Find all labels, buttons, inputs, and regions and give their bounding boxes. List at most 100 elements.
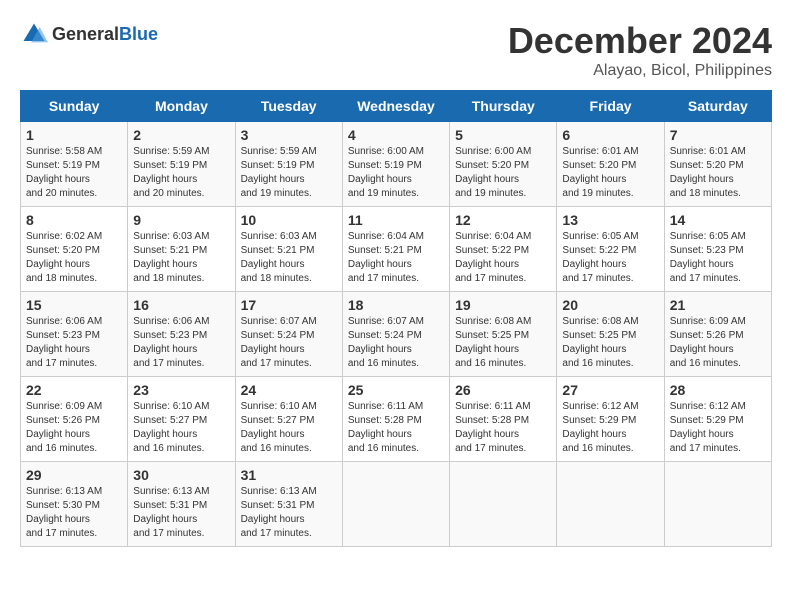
calendar-cell: 9 Sunrise: 6:03 AMSunset: 5:21 PMDayligh…	[128, 207, 235, 292]
day-info: Sunrise: 6:12 AMSunset: 5:29 PMDaylight …	[670, 400, 766, 456]
dow-header: Wednesday	[342, 91, 449, 122]
day-number: 11	[348, 212, 444, 228]
day-info: Sunrise: 6:11 AMSunset: 5:28 PMDaylight …	[455, 400, 551, 456]
day-number: 20	[562, 297, 658, 313]
day-info: Sunrise: 6:03 AMSunset: 5:21 PMDaylight …	[241, 230, 337, 286]
day-number: 5	[455, 127, 551, 143]
day-number: 7	[670, 127, 766, 143]
calendar-cell: 31 Sunrise: 6:13 AMSunset: 5:31 PMDaylig…	[235, 462, 342, 547]
day-info: Sunrise: 6:00 AMSunset: 5:19 PMDaylight …	[348, 145, 444, 201]
day-info: Sunrise: 6:03 AMSunset: 5:21 PMDaylight …	[133, 230, 229, 286]
calendar-cell	[664, 462, 771, 547]
day-info: Sunrise: 6:13 AMSunset: 5:31 PMDaylight …	[133, 485, 229, 541]
logo: GeneralBlue	[20, 20, 158, 48]
logo-text: GeneralBlue	[52, 24, 158, 45]
page-header: GeneralBlue December 2024 Alayao, Bicol,…	[20, 20, 772, 80]
day-number: 26	[455, 382, 551, 398]
calendar-cell: 15 Sunrise: 6:06 AMSunset: 5:23 PMDaylig…	[21, 292, 128, 377]
calendar-cell: 24 Sunrise: 6:10 AMSunset: 5:27 PMDaylig…	[235, 377, 342, 462]
day-info: Sunrise: 6:13 AMSunset: 5:31 PMDaylight …	[241, 485, 337, 541]
calendar-cell: 1 Sunrise: 5:58 AMSunset: 5:19 PMDayligh…	[21, 122, 128, 207]
day-info: Sunrise: 6:06 AMSunset: 5:23 PMDaylight …	[133, 315, 229, 371]
day-info: Sunrise: 5:59 AMSunset: 5:19 PMDaylight …	[133, 145, 229, 201]
day-info: Sunrise: 6:09 AMSunset: 5:26 PMDaylight …	[26, 400, 122, 456]
dow-header: Monday	[128, 91, 235, 122]
day-number: 28	[670, 382, 766, 398]
calendar-week-row: 8 Sunrise: 6:02 AMSunset: 5:20 PMDayligh…	[21, 207, 772, 292]
day-number: 30	[133, 467, 229, 483]
day-info: Sunrise: 6:00 AMSunset: 5:20 PMDaylight …	[455, 145, 551, 201]
day-number: 29	[26, 467, 122, 483]
day-number: 23	[133, 382, 229, 398]
calendar-week-row: 22 Sunrise: 6:09 AMSunset: 5:26 PMDaylig…	[21, 377, 772, 462]
day-of-week-row: SundayMondayTuesdayWednesdayThursdayFrid…	[21, 91, 772, 122]
day-number: 24	[241, 382, 337, 398]
location-title: Alayao, Bicol, Philippines	[508, 62, 772, 80]
day-number: 19	[455, 297, 551, 313]
day-number: 16	[133, 297, 229, 313]
day-number: 25	[348, 382, 444, 398]
day-number: 18	[348, 297, 444, 313]
day-number: 15	[26, 297, 122, 313]
day-number: 17	[241, 297, 337, 313]
calendar-cell: 22 Sunrise: 6:09 AMSunset: 5:26 PMDaylig…	[21, 377, 128, 462]
calendar-week-row: 15 Sunrise: 6:06 AMSunset: 5:23 PMDaylig…	[21, 292, 772, 377]
calendar-cell: 16 Sunrise: 6:06 AMSunset: 5:23 PMDaylig…	[128, 292, 235, 377]
calendar-cell	[450, 462, 557, 547]
calendar-cell: 21 Sunrise: 6:09 AMSunset: 5:26 PMDaylig…	[664, 292, 771, 377]
calendar-cell: 17 Sunrise: 6:07 AMSunset: 5:24 PMDaylig…	[235, 292, 342, 377]
dow-header: Saturday	[664, 91, 771, 122]
day-info: Sunrise: 5:59 AMSunset: 5:19 PMDaylight …	[241, 145, 337, 201]
calendar-cell: 14 Sunrise: 6:05 AMSunset: 5:23 PMDaylig…	[664, 207, 771, 292]
day-info: Sunrise: 6:01 AMSunset: 5:20 PMDaylight …	[670, 145, 766, 201]
calendar-week-row: 1 Sunrise: 5:58 AMSunset: 5:19 PMDayligh…	[21, 122, 772, 207]
day-info: Sunrise: 6:08 AMSunset: 5:25 PMDaylight …	[455, 315, 551, 371]
calendar-cell: 30 Sunrise: 6:13 AMSunset: 5:31 PMDaylig…	[128, 462, 235, 547]
calendar-cell: 13 Sunrise: 6:05 AMSunset: 5:22 PMDaylig…	[557, 207, 664, 292]
day-info: Sunrise: 6:13 AMSunset: 5:30 PMDaylight …	[26, 485, 122, 541]
title-area: December 2024 Alayao, Bicol, Philippines	[508, 20, 772, 80]
day-number: 3	[241, 127, 337, 143]
calendar-cell: 28 Sunrise: 6:12 AMSunset: 5:29 PMDaylig…	[664, 377, 771, 462]
day-info: Sunrise: 6:11 AMSunset: 5:28 PMDaylight …	[348, 400, 444, 456]
day-number: 12	[455, 212, 551, 228]
day-info: Sunrise: 6:04 AMSunset: 5:22 PMDaylight …	[455, 230, 551, 286]
dow-header: Friday	[557, 91, 664, 122]
calendar-cell: 5 Sunrise: 6:00 AMSunset: 5:20 PMDayligh…	[450, 122, 557, 207]
day-info: Sunrise: 5:58 AMSunset: 5:19 PMDaylight …	[26, 145, 122, 201]
calendar-cell: 25 Sunrise: 6:11 AMSunset: 5:28 PMDaylig…	[342, 377, 449, 462]
calendar-cell: 26 Sunrise: 6:11 AMSunset: 5:28 PMDaylig…	[450, 377, 557, 462]
day-number: 10	[241, 212, 337, 228]
dow-header: Tuesday	[235, 91, 342, 122]
day-info: Sunrise: 6:12 AMSunset: 5:29 PMDaylight …	[562, 400, 658, 456]
calendar-cell: 23 Sunrise: 6:10 AMSunset: 5:27 PMDaylig…	[128, 377, 235, 462]
calendar-cell: 7 Sunrise: 6:01 AMSunset: 5:20 PMDayligh…	[664, 122, 771, 207]
day-number: 13	[562, 212, 658, 228]
calendar-cell: 8 Sunrise: 6:02 AMSunset: 5:20 PMDayligh…	[21, 207, 128, 292]
calendar-cell: 10 Sunrise: 6:03 AMSunset: 5:21 PMDaylig…	[235, 207, 342, 292]
calendar-cell: 19 Sunrise: 6:08 AMSunset: 5:25 PMDaylig…	[450, 292, 557, 377]
day-info: Sunrise: 6:05 AMSunset: 5:22 PMDaylight …	[562, 230, 658, 286]
calendar-cell: 12 Sunrise: 6:04 AMSunset: 5:22 PMDaylig…	[450, 207, 557, 292]
calendar-cell: 18 Sunrise: 6:07 AMSunset: 5:24 PMDaylig…	[342, 292, 449, 377]
day-info: Sunrise: 6:04 AMSunset: 5:21 PMDaylight …	[348, 230, 444, 286]
day-number: 2	[133, 127, 229, 143]
calendar-cell: 2 Sunrise: 5:59 AMSunset: 5:19 PMDayligh…	[128, 122, 235, 207]
calendar-cell: 4 Sunrise: 6:00 AMSunset: 5:19 PMDayligh…	[342, 122, 449, 207]
day-info: Sunrise: 6:06 AMSunset: 5:23 PMDaylight …	[26, 315, 122, 371]
calendar-cell: 20 Sunrise: 6:08 AMSunset: 5:25 PMDaylig…	[557, 292, 664, 377]
day-number: 22	[26, 382, 122, 398]
month-title: December 2024	[508, 20, 772, 62]
calendar-table: SundayMondayTuesdayWednesdayThursdayFrid…	[20, 90, 772, 547]
dow-header: Thursday	[450, 91, 557, 122]
calendar-cell: 27 Sunrise: 6:12 AMSunset: 5:29 PMDaylig…	[557, 377, 664, 462]
logo-icon	[20, 20, 48, 48]
day-info: Sunrise: 6:07 AMSunset: 5:24 PMDaylight …	[241, 315, 337, 371]
day-info: Sunrise: 6:02 AMSunset: 5:20 PMDaylight …	[26, 230, 122, 286]
day-number: 1	[26, 127, 122, 143]
day-info: Sunrise: 6:10 AMSunset: 5:27 PMDaylight …	[241, 400, 337, 456]
day-number: 27	[562, 382, 658, 398]
day-number: 9	[133, 212, 229, 228]
day-info: Sunrise: 6:10 AMSunset: 5:27 PMDaylight …	[133, 400, 229, 456]
day-number: 14	[670, 212, 766, 228]
